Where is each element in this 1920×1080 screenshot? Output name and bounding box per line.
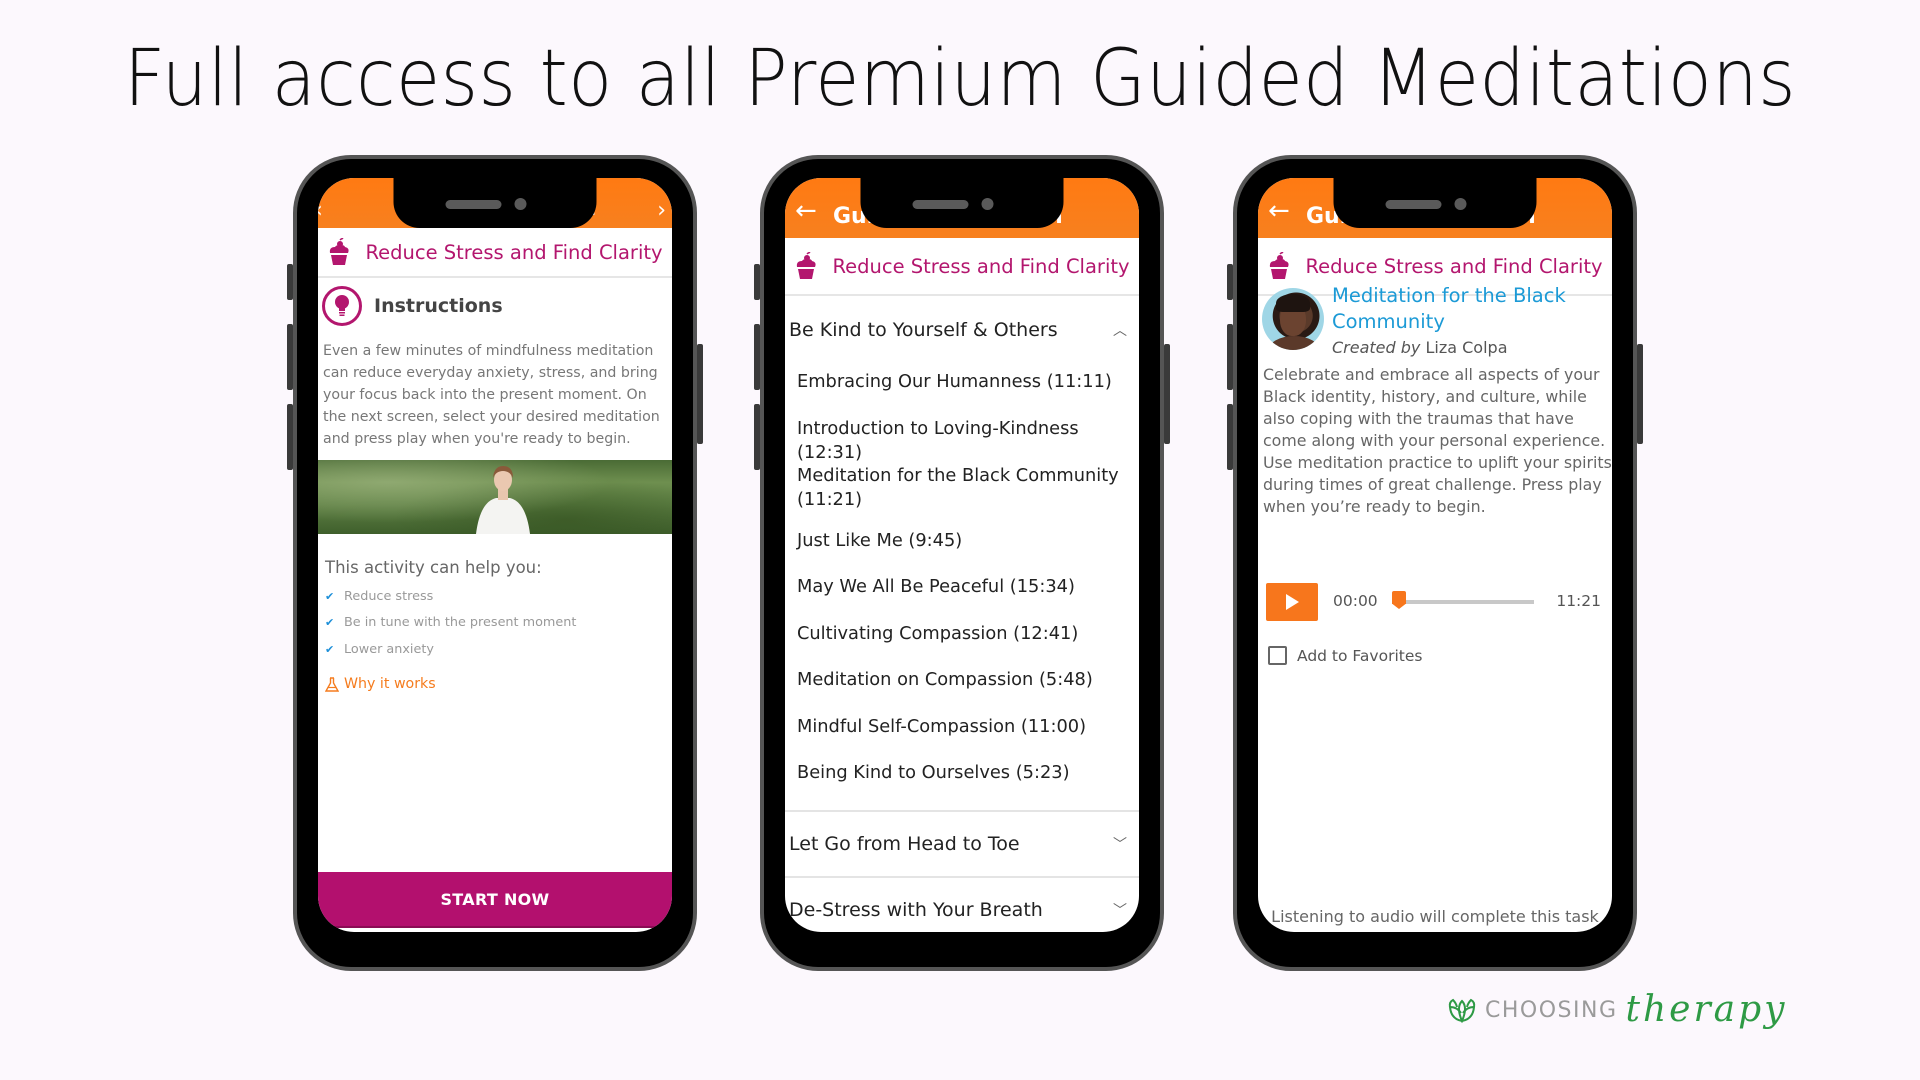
chevron-up-icon: ︿ xyxy=(1113,323,1127,339)
total-time: 11:21 xyxy=(1556,592,1601,610)
phone-notch xyxy=(393,178,597,228)
phone-screen: ‹ Guided Meditation › Reduce Stress and … xyxy=(318,178,672,932)
arrow-left-icon[interactable]: ← xyxy=(795,198,817,224)
chevron-down-icon: ﹀ xyxy=(1113,837,1127,853)
footer-note: Listening to audio will complete this ta… xyxy=(1271,907,1599,926)
flask-icon xyxy=(325,676,339,692)
cupcake-icon xyxy=(330,238,350,265)
help-title: This activity can help you: xyxy=(325,558,542,577)
meditation-title: Meditation for the Black Community xyxy=(1332,284,1566,333)
current-time: 00:00 xyxy=(1333,592,1378,610)
task-title-bar: Reduce Stress and Find Clarity xyxy=(785,238,1139,296)
phone-player: ← Guided Meditation Reduce Stress and Fi… xyxy=(1227,155,1643,971)
chevron-right-icon[interactable]: › xyxy=(657,198,666,223)
phone-side-button xyxy=(697,344,703,444)
start-now-button[interactable]: START NOW xyxy=(318,872,672,928)
track-item[interactable]: Mindful Self-Compassion (11:00) xyxy=(797,715,1127,739)
phone-side-button xyxy=(1637,344,1643,444)
chevron-down-icon: ﹀ xyxy=(1113,903,1127,919)
audio-player: 00:00 11:21 xyxy=(1266,583,1601,621)
task-title: Reduce Stress and Find Clarity xyxy=(365,240,663,264)
phone-screen: ← Guided Meditation Reduce Stress and Fi… xyxy=(785,178,1139,932)
seek-slider[interactable] xyxy=(1392,591,1534,609)
check-icon: ✔ xyxy=(325,616,335,630)
track-item[interactable]: Just Like Me (9:45) xyxy=(797,529,1127,553)
task-title: Reduce Stress and Find Clarity xyxy=(832,254,1130,278)
phone-screen: ← Guided Meditation Reduce Stress and Fi… xyxy=(1258,178,1612,932)
help-item: ✔ Lower anxiety xyxy=(325,641,434,657)
section-header-de-stress[interactable]: De-Stress with Your Breath ﹀ xyxy=(785,878,1139,932)
phone-notch xyxy=(1333,178,1537,228)
author-avatar xyxy=(1262,288,1324,350)
phone-notch xyxy=(860,178,1064,228)
page-title: Full access to all Premium Guided Medita… xyxy=(123,34,1797,124)
lightbulb-icon xyxy=(322,286,362,326)
help-item: ✔ Be in tune with the present moment xyxy=(325,615,577,631)
author-name: Liza Colpa xyxy=(1425,338,1508,357)
phone-side-button xyxy=(754,404,760,470)
phone-meditation-list: ← Guided Meditation Reduce Stress and Fi… xyxy=(754,155,1170,971)
seek-thumb[interactable] xyxy=(1392,591,1406,609)
phone-side-button xyxy=(287,324,293,390)
phone-side-button xyxy=(1227,404,1233,470)
arrow-left-icon[interactable]: ← xyxy=(1268,198,1290,224)
task-title: Reduce Stress and Find Clarity xyxy=(1305,254,1603,278)
help-item: ✔ Reduce stress xyxy=(325,588,434,604)
logo-word-choosing: CHOOSING xyxy=(1485,997,1618,1023)
check-icon: ✔ xyxy=(325,642,335,656)
instructions-header: Instructions xyxy=(322,286,503,326)
play-icon xyxy=(1286,594,1299,610)
why-it-works-link[interactable]: Why it works xyxy=(325,676,436,692)
hero-image xyxy=(318,460,672,534)
meditating-woman-image xyxy=(476,466,530,534)
task-title-bar: Reduce Stress and Find Clarity xyxy=(318,228,672,278)
track-item[interactable]: Meditation for the Black Community (11:2… xyxy=(797,464,1127,512)
lotus-leaf-icon xyxy=(1448,998,1476,1023)
cupcake-icon xyxy=(797,252,817,279)
phone-side-button xyxy=(287,404,293,470)
phone-side-button xyxy=(1227,264,1233,300)
meditation-description: Celebrate and embrace all aspects of you… xyxy=(1263,365,1612,516)
logo-word-therapy: therapy xyxy=(1625,989,1788,1030)
phone-side-button xyxy=(1164,344,1170,444)
track-item[interactable]: Meditation on Compassion (5:48) xyxy=(797,668,1127,692)
checkbox-icon[interactable] xyxy=(1268,646,1287,665)
section-header-let-go[interactable]: Let Go from Head to Toe ﹀ xyxy=(785,812,1139,876)
track-item[interactable]: Cultivating Compassion (12:41) xyxy=(797,622,1127,646)
phone-side-button xyxy=(1227,324,1233,390)
choosing-therapy-logo: CHOOSING therapy xyxy=(1447,989,1788,1030)
cupcake-icon xyxy=(1270,252,1290,279)
help-list: ✔ Reduce stress ✔ Be in tune with the pres… xyxy=(325,583,576,663)
track-item[interactable]: Embracing Our Humanness (11:11) xyxy=(797,370,1127,394)
track-item[interactable]: Introduction to Loving-Kindness (12:31) xyxy=(797,417,1127,465)
created-by: Created by Liza Colpa xyxy=(1332,338,1508,357)
play-button[interactable] xyxy=(1266,583,1318,621)
instructions-title: Instructions xyxy=(374,295,503,317)
phone-instructions: ‹ Guided Meditation › Reduce Stress and … xyxy=(287,155,703,971)
instructions-text: Even a few minutes of mindfulness medita… xyxy=(323,343,660,447)
phone-side-button xyxy=(754,324,760,390)
check-icon: ✔ xyxy=(325,589,335,603)
add-to-favorites-checkbox[interactable]: Add to Favorites xyxy=(1268,646,1422,665)
track-item[interactable]: Being Kind to Ourselves (5:23) xyxy=(797,761,1127,785)
track-item[interactable]: May We All Be Peaceful (15:34) xyxy=(797,575,1127,599)
phone-side-button xyxy=(754,264,760,300)
section-header-be-kind[interactable]: Be Kind to Yourself & Others ︿ xyxy=(785,298,1139,362)
phone-side-button xyxy=(287,264,293,300)
